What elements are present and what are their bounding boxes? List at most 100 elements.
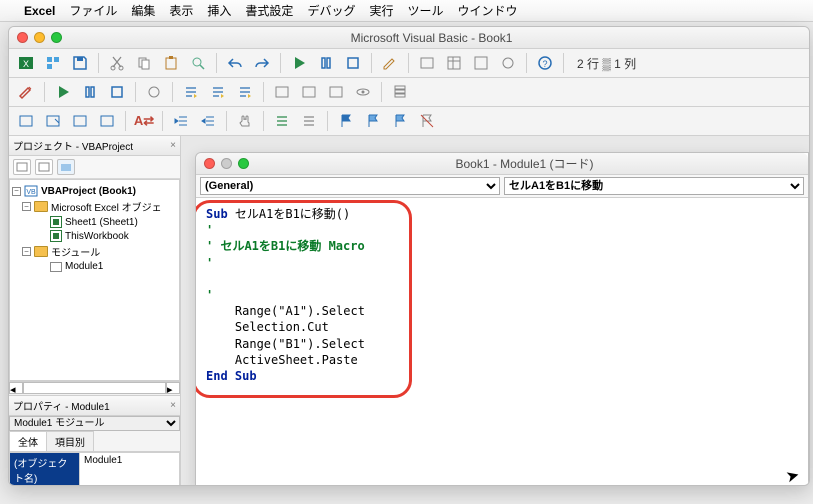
modules-folder[interactable]: モジュール	[51, 244, 100, 259]
mdi-area: Book1 - Module1 (コード) (General) セルA1をB1に…	[181, 136, 809, 486]
flag3-icon[interactable]	[389, 110, 411, 132]
vbe-titlebar: Microsoft Visual Basic - Book1	[9, 27, 809, 49]
code-window: Book1 - Module1 (コード) (General) セルA1をB1に…	[195, 152, 809, 486]
flag4-icon[interactable]	[416, 110, 438, 132]
help-icon[interactable]: ?	[534, 52, 556, 74]
vbe-window: Microsoft Visual Basic - Book1 X ? 2 行 ▒…	[8, 26, 810, 486]
stop2-icon[interactable]	[106, 81, 128, 103]
bm4-icon[interactable]	[96, 110, 118, 132]
stepover-icon[interactable]	[207, 81, 229, 103]
close-icon[interactable]	[17, 32, 28, 43]
stepout-icon[interactable]	[234, 81, 256, 103]
procedure-select[interactable]: セルA1をB1に移動	[504, 177, 804, 195]
toolbar-3: A⇄	[9, 107, 809, 136]
tab-categorized[interactable]: 項目別	[46, 431, 94, 451]
comment-icon[interactable]	[271, 110, 293, 132]
properties-close-icon[interactable]: ×	[170, 400, 176, 411]
menu-file[interactable]: ファイル	[69, 2, 117, 19]
project-tree[interactable]: −VBVBAProject (Book1) −Microsoft Excel オ…	[9, 179, 180, 381]
folder-icon[interactable]	[57, 159, 75, 175]
pause-icon[interactable]	[315, 52, 337, 74]
excel-icon[interactable]: X	[15, 52, 37, 74]
excel-objects-folder[interactable]: Microsoft Excel オブジェ	[51, 199, 162, 214]
callstack-icon[interactable]	[389, 81, 411, 103]
properties-grid[interactable]: (オブジェクト名) Module1	[9, 452, 180, 486]
code-window-title: Book1 - Module1 (コード)	[249, 155, 800, 172]
stepinto-icon[interactable]	[180, 81, 202, 103]
save-icon[interactable]	[69, 52, 91, 74]
designmode-icon[interactable]	[15, 81, 37, 103]
project-close-icon[interactable]: ×	[170, 140, 176, 151]
app-name[interactable]: Excel	[24, 4, 55, 18]
quickwatch-icon[interactable]	[352, 81, 374, 103]
project-toolbar	[9, 156, 180, 179]
run-icon[interactable]	[288, 52, 310, 74]
thisworkbook-item[interactable]: ThisWorkbook	[65, 231, 129, 242]
flag2-icon[interactable]	[362, 110, 384, 132]
proj-icon[interactable]	[416, 52, 438, 74]
prop-name-value[interactable]: Module1	[80, 453, 179, 486]
bm3-icon[interactable]	[69, 110, 91, 132]
properties-pane: プロパティ - Module1 × Module1 モジュール 全体 項目別 (…	[9, 395, 180, 486]
object-select[interactable]: (General)	[200, 177, 500, 195]
paste-icon[interactable]	[160, 52, 182, 74]
undo-icon[interactable]	[224, 52, 246, 74]
stop-icon[interactable]	[342, 52, 364, 74]
redo-icon[interactable]	[251, 52, 273, 74]
properties-object-select[interactable]: Module1 モジュール	[9, 416, 180, 431]
project-hscroll[interactable]: ◂▸	[9, 381, 180, 395]
project-root[interactable]: VBAProject (Book1)	[41, 186, 136, 197]
design-icon[interactable]	[379, 52, 401, 74]
svg-text:VB: VB	[26, 189, 36, 196]
code-min-icon[interactable]	[221, 158, 232, 169]
menu-window[interactable]: ウインドウ	[457, 2, 517, 19]
menu-debug[interactable]: デバッグ	[307, 2, 355, 19]
props-icon[interactable]	[443, 52, 465, 74]
window-title: Microsoft Visual Basic - Book1	[62, 31, 801, 45]
mac-menubar: Excel ファイル 編集 表示 挿入 書式設定 デバッグ 実行 ツール ウイン…	[0, 0, 813, 22]
pause2-icon[interactable]	[79, 81, 101, 103]
sheet1-item[interactable]: Sheet1 (Sheet1)	[65, 217, 138, 228]
hand-icon[interactable]	[234, 110, 256, 132]
code-editor[interactable]: Sub セルA1をB1に移動() ' ' セルA1をB1に移動 Macro ' …	[196, 198, 808, 486]
tab-alpha[interactable]: 全体	[9, 431, 47, 451]
toolbox-icon[interactable]	[497, 52, 519, 74]
minimize-icon[interactable]	[34, 32, 45, 43]
toolbar-2	[9, 78, 809, 107]
view-object-icon[interactable]	[35, 159, 53, 175]
font-icon[interactable]: A⇄	[133, 110, 155, 132]
properties-header: プロパティ - Module1 ×	[9, 396, 180, 416]
cut-icon[interactable]	[106, 52, 128, 74]
module1-item[interactable]: Module1	[65, 261, 103, 272]
project-pane-title: プロジェクト - VBAProject	[13, 138, 133, 153]
watch-icon[interactable]	[325, 81, 347, 103]
run2-icon[interactable]	[52, 81, 74, 103]
copy-icon[interactable]	[133, 52, 155, 74]
project-pane-header: プロジェクト - VBAProject ×	[9, 136, 180, 156]
menu-run[interactable]: 実行	[369, 2, 393, 19]
locals-icon[interactable]	[271, 81, 293, 103]
outdent-icon[interactable]	[197, 110, 219, 132]
toolbar-1: X ? 2 行 ▒ 1 列	[9, 49, 809, 78]
cursor-position: 2 行 ▒ 1 列	[577, 55, 636, 72]
svg-text:X: X	[23, 59, 29, 69]
bm1-icon[interactable]	[15, 110, 37, 132]
view-code-icon[interactable]	[13, 159, 31, 175]
zoom-icon[interactable]	[51, 32, 62, 43]
menu-format[interactable]: 書式設定	[245, 2, 293, 19]
menu-edit[interactable]: 編集	[131, 2, 155, 19]
browser-icon[interactable]	[470, 52, 492, 74]
code-zoom-icon[interactable]	[238, 158, 249, 169]
code-close-icon[interactable]	[204, 158, 215, 169]
break-icon[interactable]	[143, 81, 165, 103]
menu-tools[interactable]: ツール	[407, 2, 443, 19]
find-icon[interactable]	[187, 52, 209, 74]
menu-view[interactable]: 表示	[169, 2, 193, 19]
indent-icon[interactable]	[170, 110, 192, 132]
immediate-icon[interactable]	[298, 81, 320, 103]
menu-insert[interactable]: 挿入	[207, 2, 231, 19]
uncomment-icon[interactable]	[298, 110, 320, 132]
tool-icon[interactable]	[42, 52, 64, 74]
flag1-icon[interactable]	[335, 110, 357, 132]
bm2-icon[interactable]	[42, 110, 64, 132]
